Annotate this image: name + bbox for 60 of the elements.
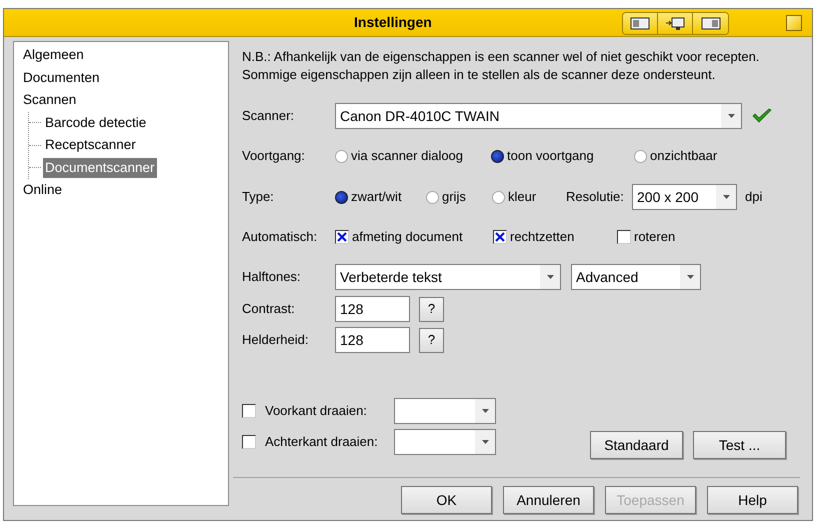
resolution-dropdown[interactable]: 200 x 200 xyxy=(632,184,737,210)
dropdown-caret-icon xyxy=(546,275,554,279)
panel-icon xyxy=(630,17,650,30)
window-layout-button[interactable] xyxy=(693,13,728,34)
checkbox-option[interactable]: roteren xyxy=(617,227,697,247)
rotation-dropdown[interactable] xyxy=(394,398,496,424)
checkbox-option[interactable]: Voorkant draaien: xyxy=(242,401,394,421)
radio-option[interactable]: toon voortgang xyxy=(491,146,634,166)
tree-item[interactable]: Algemeen xyxy=(21,45,86,66)
dropdown-caret-icon xyxy=(722,195,730,199)
tree-item[interactable]: Documenten xyxy=(21,68,102,88)
x-mark-icon xyxy=(337,232,347,242)
radio-option[interactable]: kleur xyxy=(492,187,566,207)
tree-item[interactable]: Barcode detectie xyxy=(43,112,148,133)
number-field[interactable]: 128 xyxy=(335,296,410,322)
tree-item[interactable]: Scannen xyxy=(21,90,78,110)
note-text: N.B.: Afhankelijk van de eigenschappen is een scanner wel of niet geschikt voor recepten. xyxy=(242,48,760,66)
field-label: Resolutie: xyxy=(566,188,625,206)
field-label: Automatisch: xyxy=(242,228,318,246)
dropdown-caret-icon xyxy=(482,409,488,413)
panel-icon xyxy=(700,17,720,30)
help-button[interactable]: ? xyxy=(419,328,444,352)
rotation-dropdown[interactable] xyxy=(394,429,496,455)
tree-item[interactable]: Receptscanner xyxy=(43,135,138,156)
field-label: Scanner: xyxy=(242,107,296,126)
dialog-button[interactable]: OK xyxy=(401,486,492,514)
field-label: Voortgang: xyxy=(242,147,306,166)
x-mark-icon xyxy=(495,232,505,242)
radio-option[interactable]: zwart/wit xyxy=(335,187,426,207)
tree-item[interactable]: Online xyxy=(21,180,64,200)
checkbox-option[interactable]: afmeting document xyxy=(335,227,493,247)
checkbox-option[interactable]: Achterkant draaien: xyxy=(242,432,394,452)
dialog-button[interactable]: Help xyxy=(707,486,798,514)
radio-option[interactable]: via scanner dialoog xyxy=(335,146,491,166)
window-layout-button[interactable] xyxy=(658,13,693,34)
field-label: Type: xyxy=(242,188,275,206)
radio-option[interactable]: onzichtbaar xyxy=(634,146,754,166)
radio-option[interactable]: grijs xyxy=(426,187,492,207)
window-title: Instellingen xyxy=(354,13,432,32)
mode-dropdown[interactable]: Advanced xyxy=(571,264,701,290)
dialog-button[interactable]: Annuleren xyxy=(503,486,594,514)
action-button[interactable]: Standaard xyxy=(590,431,683,459)
window-option-button[interactable] xyxy=(786,15,802,31)
action-button[interactable]: Test ... xyxy=(693,431,786,459)
help-button[interactable]: ? xyxy=(419,296,444,322)
field-label: Contrast: xyxy=(242,300,296,318)
number-field[interactable]: 128 xyxy=(335,327,410,353)
dropdown-caret-icon xyxy=(686,275,694,279)
dropdown-caret-icon xyxy=(482,440,488,444)
halftones-dropdown[interactable]: Verbeterde tekst xyxy=(335,264,561,290)
window-layout-button[interactable] xyxy=(623,13,658,34)
note-text: Sommige eigenschappen zijn alleen in te stellen als de scanner deze ondersteunt. xyxy=(242,66,716,84)
unit-label: dpi xyxy=(745,188,762,206)
monitor-icon xyxy=(665,16,685,30)
checkbox-option[interactable]: rechtzetten xyxy=(493,227,617,247)
scanner-dropdown[interactable]: Canon DR-4010C TWAIN xyxy=(335,103,742,129)
field-label: Helderheid: xyxy=(242,331,310,350)
dropdown-caret-icon xyxy=(728,114,734,118)
field-label: Halftones: xyxy=(242,268,302,286)
tree-item[interactable]: Documentscanner xyxy=(43,158,157,178)
